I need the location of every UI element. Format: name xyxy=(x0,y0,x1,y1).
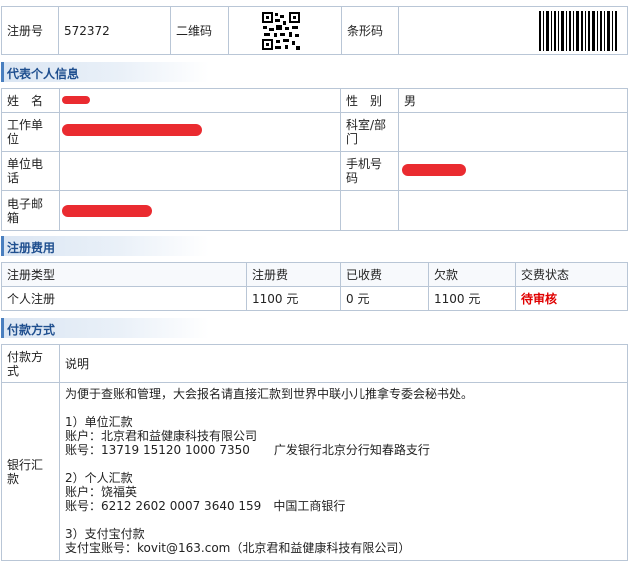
top-info-table: 注册号 572372 二维码 条形码 xyxy=(1,6,628,55)
section-header-personal: 代表个人信息 xyxy=(1,62,209,82)
fees-header-type: 注册类型 xyxy=(1,262,247,287)
gender-value: 男 xyxy=(398,88,628,113)
section-title-personal: 代表个人信息 xyxy=(7,67,80,81)
fees-header-status: 交费状态 xyxy=(515,262,628,287)
alipay-title: 3）支付宝付款 xyxy=(65,527,145,541)
unit-transfer-title: 1）单位汇款 xyxy=(65,415,133,429)
section-title-payment: 付款方式 xyxy=(7,323,56,337)
fees-cell-paid: 0 元 xyxy=(340,286,429,311)
reg-no-value: 572372 xyxy=(58,6,171,55)
work-phone-value xyxy=(59,151,341,191)
redaction-name xyxy=(62,96,90,104)
fees-header-fee: 注册费 xyxy=(246,262,341,287)
qr-cell xyxy=(228,6,342,55)
payment-method-value: 银行汇款 xyxy=(1,382,60,561)
payment-table: 付款方式 说明 银行汇款 为便于查账和管理，大会报名请直接汇款到世界中联小儿推拿… xyxy=(1,344,628,561)
name-label: 姓 名 xyxy=(1,88,60,113)
fees-cell-owed: 1100 元 xyxy=(428,286,516,311)
name-value xyxy=(59,88,341,113)
gender-label: 性 别 xyxy=(340,88,399,113)
dept-label: 科室/部门 xyxy=(340,112,399,152)
status-badge: 待审核 xyxy=(515,286,628,311)
email-label: 电子邮箱 xyxy=(1,190,60,231)
work-unit-label: 工作单位 xyxy=(1,112,60,152)
unit-account-name: 账户：北京君和益健康科技有限公司 xyxy=(65,429,258,443)
personal-transfer-title: 2）个人汇款 xyxy=(65,471,133,485)
payment-description: 为便于查账和管理，大会报名请直接汇款到世界中联小儿推拿专委会秘书处。 1）单位汇… xyxy=(59,382,628,561)
fees-cell-fee: 1100 元 xyxy=(246,286,341,311)
reg-no-label: 注册号 xyxy=(1,6,59,55)
section-header-payment: 付款方式 xyxy=(1,318,209,338)
qr-code-icon xyxy=(261,10,301,51)
work-phone-label: 单位电话 xyxy=(1,151,60,191)
alipay-account: 支付宝账号：kovit@163.com（北京君和益健康科技有限公司） xyxy=(65,541,411,555)
unit-account-no: 账号：13719 15120 1000 7350 广发银行北京分行知春路支行 xyxy=(65,443,430,457)
barcode-icon xyxy=(539,10,617,51)
empty-value-cell xyxy=(398,190,628,231)
barcode-cell xyxy=(398,6,628,55)
payment-desc-header: 说明 xyxy=(59,344,628,383)
dept-value xyxy=(398,112,628,152)
redaction-mobile xyxy=(402,164,466,176)
section-header-fees: 注册费用 xyxy=(1,236,209,256)
personal-account-name: 账户：饶福英 xyxy=(65,485,138,499)
redaction-email xyxy=(62,205,152,217)
barcode-label: 条形码 xyxy=(341,6,399,55)
mobile-label: 手机号码 xyxy=(340,151,399,191)
fees-header-owed: 欠款 xyxy=(428,262,516,287)
fees-cell-type: 个人注册 xyxy=(1,286,247,311)
payment-method-header: 付款方式 xyxy=(1,344,60,383)
empty-label-cell xyxy=(340,190,399,231)
fees-header-paid: 已收费 xyxy=(340,262,429,287)
fees-table: 注册类型 注册费 已收费 欠款 交费状态 个人注册 1100 元 0 元 110… xyxy=(1,262,628,311)
personal-account-no: 账号：6212 2602 0007 3640 159 中国工商银行 xyxy=(65,499,346,513)
redaction-work-unit xyxy=(62,124,202,136)
qr-label: 二维码 xyxy=(170,6,229,55)
section-title-fees: 注册费用 xyxy=(7,241,56,255)
payment-intro: 为便于查账和管理，大会报名请直接汇款到世界中联小儿推拿专委会秘书处。 xyxy=(65,387,474,401)
